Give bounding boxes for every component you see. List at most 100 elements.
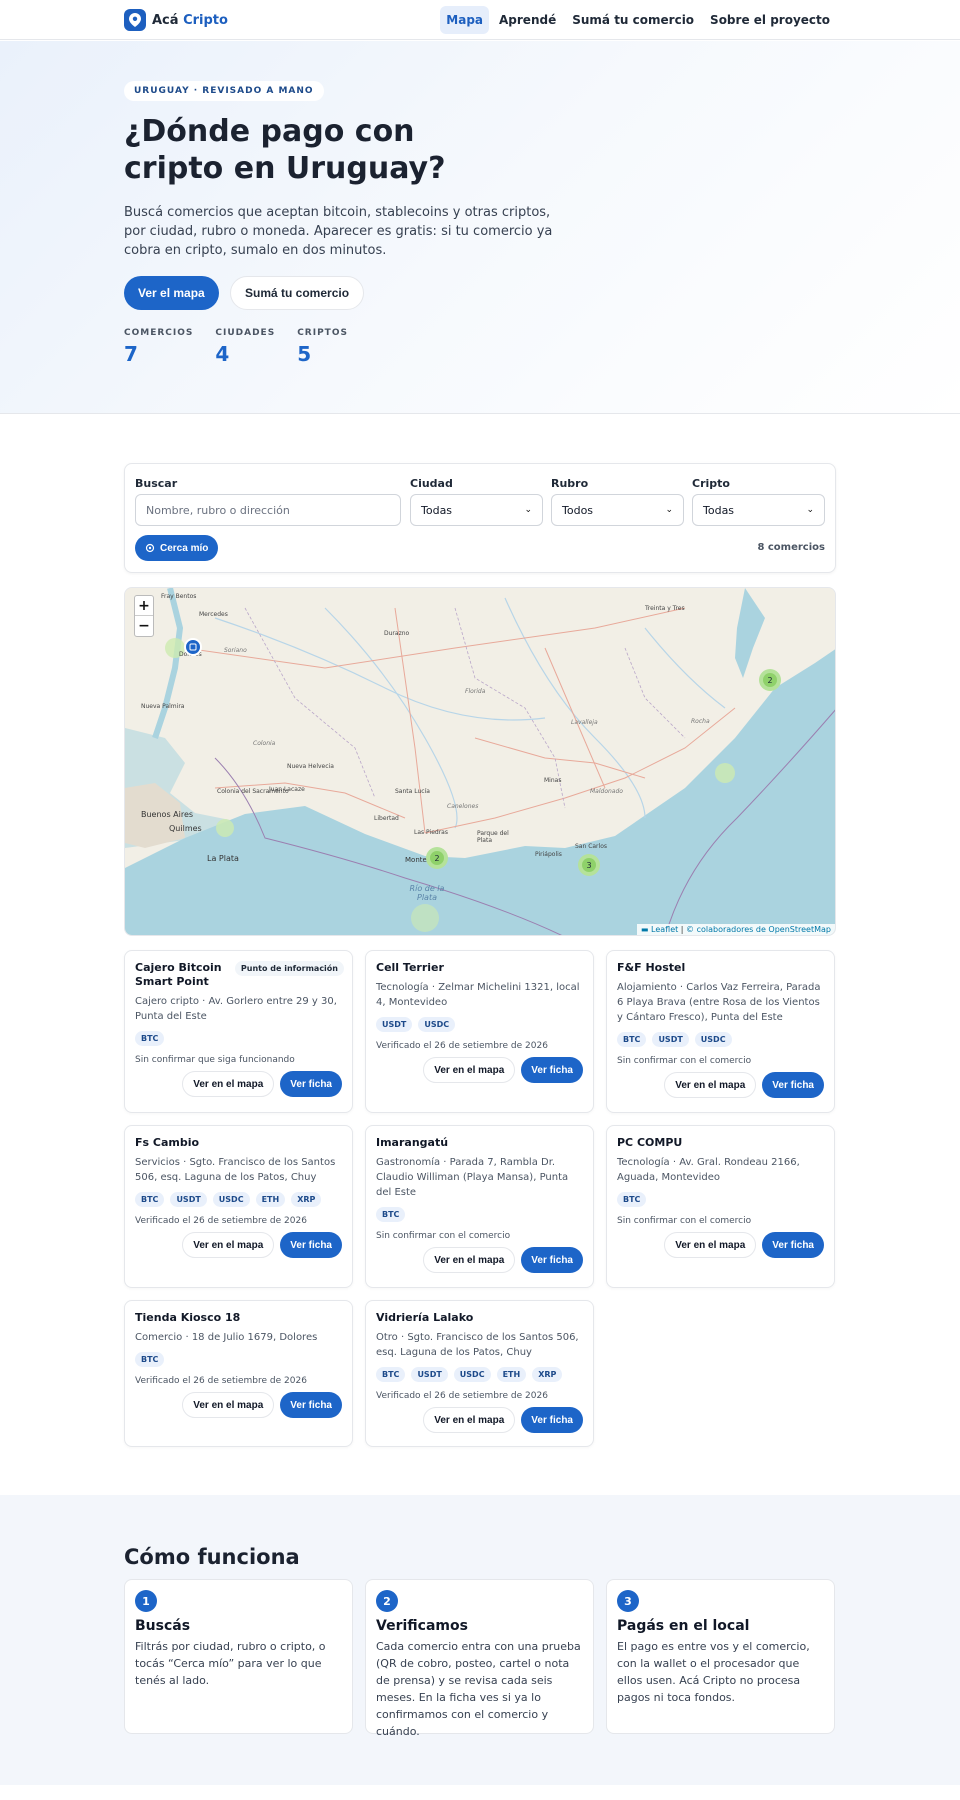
map-label: Juan Lacaze <box>269 786 305 793</box>
zoom-controls: + − <box>134 595 154 637</box>
view-detail-button[interactable]: Ver ficha <box>521 1407 583 1433</box>
category-select-value: Todos <box>562 503 594 517</box>
zoom-in-button[interactable]: + <box>135 596 153 616</box>
map-label: Mercedes <box>199 611 228 618</box>
crypto-tags: BTC USDT USDC ETH XRP <box>135 1192 342 1207</box>
map-label: Quilmes <box>169 824 202 833</box>
hero-description: Buscá comercios que aceptan bitcoin, sta… <box>124 205 553 258</box>
chevron-down-icon: ⌄ <box>665 505 673 515</box>
crypto-tag: XRP <box>532 1367 563 1382</box>
map-attribution: ▬ Leaflet | © colaboradores de OpenStree… <box>636 924 835 935</box>
verification-status: Sin confirmar con el comercio <box>376 1231 511 1241</box>
brand-logo[interactable]: Acá Cripto <box>124 9 228 31</box>
crypto-tag: USDC <box>212 1192 250 1207</box>
info-point-badge: Punto de información <box>234 961 344 976</box>
crypto-tag: BTC <box>376 1207 406 1222</box>
view-on-map-button[interactable]: Ver en el mapa <box>423 1247 516 1273</box>
map-cluster[interactable]: 2 <box>759 669 781 691</box>
nav-link-suma-comercio[interactable]: Sumá tu comercio <box>566 6 700 34</box>
crypto-tags: BTC <box>617 1192 824 1207</box>
map-label: Durazno <box>384 630 410 637</box>
stat-ciudades: CIUDADES 4 <box>215 328 275 366</box>
near-me-button[interactable]: Cerca mío <box>135 535 219 561</box>
nav-link-aprende[interactable]: Aprendé <box>493 6 562 34</box>
view-on-map-button[interactable]: Ver en el mapa <box>423 1057 516 1083</box>
map-label: Florida <box>465 688 486 695</box>
map-view[interactable]: Fray Bentos Mercedes Dolores Soriano Nue… <box>124 587 836 936</box>
map-cluster[interactable]: 2 <box>426 847 448 869</box>
card-actions: Ver en el mapa Ver ficha <box>376 1407 583 1433</box>
add-business-button[interactable]: Sumá tu comercio <box>230 276 365 310</box>
crypto-tags: BTC USDT USDC <box>617 1032 824 1047</box>
business-meta: Alojamiento · Carlos Vaz Ferreira, Parad… <box>617 982 821 1023</box>
city-label: Ciudad <box>410 477 453 490</box>
map-marker-icon[interactable] <box>184 638 202 656</box>
verification-status: Sin confirmar que siga funcionando <box>135 1055 295 1065</box>
near-me-label: Cerca mío <box>160 542 209 554</box>
how-it-works-section: Cómo funciona 1 Buscás Filtrás por ciuda… <box>0 1495 960 1785</box>
map-label: Fray Bentos <box>161 593 197 600</box>
verification-status: Verificado el 26 de setiembre de 2026 <box>376 1041 548 1051</box>
nav-link-sobre[interactable]: Sobre el proyecto <box>704 6 836 34</box>
map-label: Río de la Plata <box>409 884 445 902</box>
crypto-select[interactable]: Todas ⌄ <box>692 494 825 526</box>
card-actions: Ver en el mapa Ver ficha <box>135 1392 342 1418</box>
view-on-map-button[interactable]: Ver en el mapa <box>182 1232 275 1258</box>
how-it-works-title: Cómo funciona <box>124 1545 300 1569</box>
search-input[interactable]: Nombre, rubro o dirección <box>135 494 401 526</box>
crypto-tag: ETH <box>496 1367 527 1382</box>
city-select[interactable]: Todas ⌄ <box>410 494 543 526</box>
leaflet-link[interactable]: ▬ Leaflet <box>641 925 678 934</box>
view-detail-button[interactable]: Ver ficha <box>521 1247 583 1273</box>
view-on-map-button[interactable]: Ver en el mapa <box>664 1072 757 1098</box>
step-title: Pagás en el local <box>617 1618 750 1634</box>
step-number: 1 <box>135 1590 157 1612</box>
map-label: Piriápolis <box>535 851 562 858</box>
map-cluster[interactable]: 3 <box>578 854 600 876</box>
top-nav: Acá Cripto Mapa Aprendé Sumá tu comercio… <box>0 0 960 40</box>
category-select[interactable]: Todos ⌄ <box>551 494 684 526</box>
business-title: Vidriería Lalako <box>376 1311 474 1324</box>
business-title: F&F Hostel <box>617 961 686 974</box>
card-actions: Ver en el mapa Ver ficha <box>376 1057 583 1083</box>
business-card: Fs Cambio Servicios · Sgto. Francisco de… <box>124 1125 353 1288</box>
view-detail-button[interactable]: Ver ficha <box>280 1232 342 1258</box>
hero-stats: COMERCIOS 7 CIUDADES 4 CRIPTOS 5 <box>124 328 348 366</box>
map-pin-icon <box>124 9 146 31</box>
view-on-map-button[interactable]: Ver en el mapa <box>423 1407 516 1433</box>
nav-link-mapa[interactable]: Mapa <box>440 6 490 34</box>
location-target-icon <box>145 543 155 553</box>
view-on-map-button[interactable]: Ver en el mapa <box>182 1071 275 1097</box>
business-card: Cajero Bitcoin Smart Point Punto de info… <box>124 950 353 1113</box>
map-label: Nueva Palmira <box>141 703 185 710</box>
business-title: Cell Terrier <box>376 961 444 974</box>
map-label: Treinta y Tres <box>645 605 685 612</box>
step-text: Cada comercio entra con una prueba (QR d… <box>376 1640 581 1738</box>
view-map-button[interactable]: Ver el mapa <box>124 276 219 310</box>
osm-link[interactable]: © colaboradores de OpenStreetMap <box>686 925 831 934</box>
view-detail-button[interactable]: Ver ficha <box>762 1232 824 1258</box>
view-detail-button[interactable]: Ver ficha <box>521 1057 583 1083</box>
crypto-tags: BTC USDT USDC ETH XRP <box>376 1367 583 1382</box>
verification-status: Verificado el 26 de setiembre de 2026 <box>135 1216 307 1226</box>
map-label: Canelones <box>447 803 479 810</box>
business-meta: Comercio · 18 de Julio 1679, Dolores <box>135 1332 318 1343</box>
view-on-map-button[interactable]: Ver en el mapa <box>182 1392 275 1418</box>
business-meta: Gastronomía · Parada 7, Rambla Dr. Claud… <box>376 1157 569 1198</box>
view-detail-button[interactable]: Ver ficha <box>280 1392 342 1418</box>
stat-comercios: COMERCIOS 7 <box>124 328 193 366</box>
map-label: Minas <box>544 777 562 784</box>
business-title: Fs Cambio <box>135 1136 200 1149</box>
step-card: 2 Verificamos Cada comercio entra con un… <box>365 1579 594 1738</box>
card-actions: Ver en el mapa Ver ficha <box>617 1232 824 1258</box>
crypto-tag: USDT <box>170 1192 207 1207</box>
business-title: Tienda Kiosco 18 <box>135 1311 241 1324</box>
zoom-out-button[interactable]: − <box>135 616 153 636</box>
view-detail-button[interactable]: Ver ficha <box>762 1072 824 1098</box>
view-detail-button[interactable]: Ver ficha <box>280 1071 342 1097</box>
step-text: El pago es entre vos y el comercio, con … <box>617 1640 810 1704</box>
view-on-map-button[interactable]: Ver en el mapa <box>664 1232 757 1258</box>
crypto-tag: BTC <box>135 1031 165 1046</box>
card-actions: Ver en el mapa Ver ficha <box>135 1071 342 1097</box>
stat-label: CRIPTOS <box>297 328 348 338</box>
